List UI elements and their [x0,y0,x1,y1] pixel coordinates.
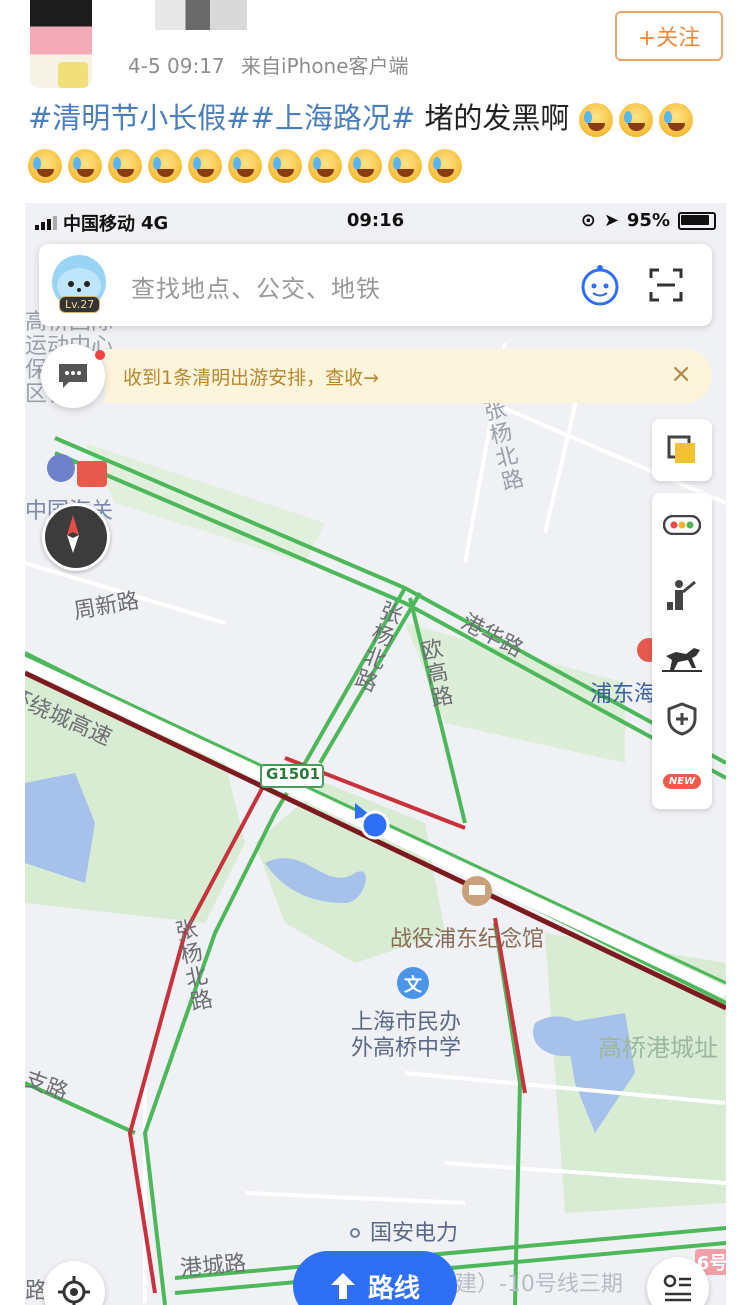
crying-laughing-emoji [228,149,262,183]
follow-label: +关注 [637,26,701,51]
post-timestamp: 4-5 09:17 [128,54,225,78]
traffic-button[interactable] [652,495,712,555]
battery-percent: 95% [626,210,670,231]
shield-plus-icon [667,702,697,736]
crying-laughing-emoji [348,149,382,183]
follow-button[interactable]: +关注 [615,11,723,61]
crying-laughing-emoji [28,149,62,183]
post-source: 来自iPhone客户端 [241,54,409,78]
crying-laughing-emoji [658,103,693,137]
crying-laughing-emoji [618,103,653,137]
notice-text[interactable]: 收到1条清明出游安排，查收→ [123,363,379,390]
list-icon [663,1274,691,1302]
crying-laughing-emoji [108,149,142,183]
traffic-light-icon [663,515,701,535]
poi-label-pudonghai: 浦东海 [590,682,657,707]
map-screenshot[interactable]: 周新路 港华路 浦东海 环绕城高速 G1501 港城路 支路 路 张杨北路 张杨… [25,203,726,1305]
crying-laughing-emoji [68,149,102,183]
poi-school-line2[interactable]: 外高桥中学 [351,1036,461,1062]
horse-icon [662,648,702,672]
new-badge: NEW [662,773,702,789]
right-toolbar: NEW [652,493,712,809]
poi-museum[interactable]: 战役浦东纪念馆 [390,921,544,953]
crying-laughing-emoji [578,103,613,137]
location-arrow-icon: ➤ [603,210,619,231]
crying-laughing-emoji [308,149,342,183]
highway-shield-g1501: G1501 [266,765,321,783]
post-body: 堵的发黑啊 [415,101,570,135]
compass-icon[interactable] [42,503,110,571]
message-icon [59,364,87,388]
hashtag-qingming[interactable]: #清明节小长假# [28,101,251,135]
username-blurred [155,0,247,30]
route-button[interactable]: 路线 [293,1251,457,1305]
new-feature-button[interactable]: NEW [652,751,712,811]
crying-laughing-emoji [268,149,302,183]
crying-laughing-emoji [188,149,222,183]
scan-icon[interactable] [649,268,683,302]
poi-guoan-power[interactable]: 国安电力 [370,1221,458,1247]
user-avatar[interactable] [30,0,92,88]
close-icon[interactable]: × [670,359,692,389]
layers-icon [667,435,695,463]
hashtag-shanghai-traffic[interactable]: #上海路况# [251,101,416,135]
crying-laughing-emoji [388,149,422,183]
voice-assistant-icon[interactable] [579,264,621,306]
post-meta: 4-5 09:17 来自iPhone客户端 [128,50,409,79]
arrow-up-icon [330,1273,355,1299]
route-label: 路线 [367,1273,420,1304]
school-icon: 文 [404,975,422,996]
crosshair-icon [58,1276,90,1305]
notice-banner[interactable]: 收到1条清明出游安排，查收→ × [105,349,712,403]
crying-laughing-emoji [148,149,182,183]
level-badge: Lv.27 [59,296,101,313]
unread-dot [95,350,105,360]
road-label-gangcheng: 港城路 [179,1251,248,1282]
search-bar[interactable]: Lv.27 查找地点、公交、地铁 [39,244,712,326]
battery-icon [678,211,716,230]
crying-laughing-emoji [428,149,462,183]
rotation-lock-icon: ⊙ [580,210,596,231]
person-pointing-icon [667,580,696,610]
street-view-button[interactable] [652,565,712,625]
post-text: #清明节小长假##上海路况# 堵的发黑啊 [28,95,728,187]
safety-button[interactable] [652,689,712,749]
poi-park[interactable]: 高桥港城址 [598,1028,718,1063]
map-layers-button[interactable] [652,419,712,481]
poi-school-line1[interactable]: 上海市民办 [351,1010,461,1036]
travel-button[interactable] [652,627,712,687]
search-input[interactable]: 查找地点、公交、地铁 [131,269,381,304]
poi-metro-construction: 建）-10号线三期 [455,1272,623,1297]
status-bar: 中国移动 4G 09:16 ⊙ ➤ 95% [25,203,726,239]
